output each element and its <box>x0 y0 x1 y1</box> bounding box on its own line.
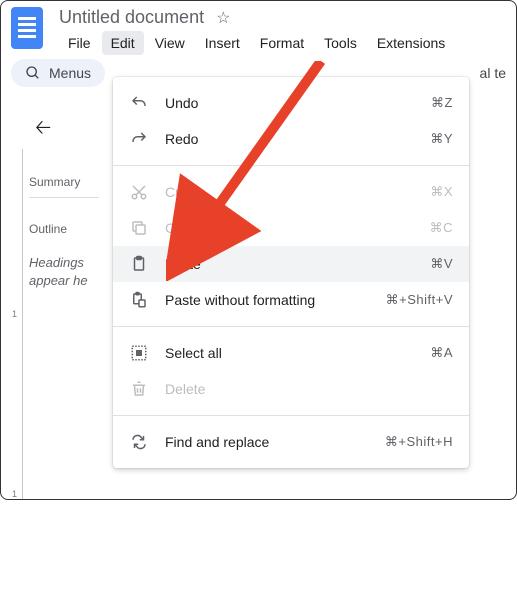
menu-tools[interactable]: Tools <box>315 31 366 55</box>
menu-item-redo-shortcut: ⌘Y <box>430 131 453 147</box>
menu-extensions[interactable]: Extensions <box>368 31 454 55</box>
edit-dropdown-menu: Undo ⌘Z Redo ⌘Y Cut ⌘X Copy ⌘C Paste ⌘V … <box>113 77 469 468</box>
menu-item-paste-shortcut: ⌘V <box>430 256 453 272</box>
toolbar-right-text: al te <box>480 65 506 81</box>
menu-item-delete[interactable]: Delete <box>113 371 469 407</box>
star-icon[interactable]: ☆ <box>216 8 230 28</box>
summary-label: Summary <box>29 175 111 189</box>
search-menus-button[interactable]: Menus <box>11 59 105 87</box>
redo-icon <box>129 129 149 149</box>
menu-item-delete-label: Delete <box>165 381 453 397</box>
menu-item-undo-shortcut: ⌘Z <box>431 95 453 111</box>
sidebar-divider <box>29 197 99 198</box>
select-all-icon <box>129 343 149 363</box>
menu-item-paste-no-fmt-label: Paste without formatting <box>165 292 386 308</box>
menu-item-select-all-shortcut: ⌘A <box>430 345 453 361</box>
menu-item-paste-no-fmt[interactable]: Paste without formatting ⌘+Shift+V <box>113 282 469 318</box>
search-menus-label: Menus <box>49 65 91 81</box>
app-header: Untitled document ☆ File Edit View Inser… <box>1 1 516 55</box>
search-icon <box>25 65 41 81</box>
menu-insert[interactable]: Insert <box>196 31 249 55</box>
menu-item-copy-shortcut: ⌘C <box>430 220 453 236</box>
delete-icon <box>129 379 149 399</box>
menu-item-redo[interactable]: Redo ⌘Y <box>113 121 469 157</box>
menu-item-copy-label: Copy <box>165 220 430 236</box>
menu-item-redo-label: Redo <box>165 131 430 147</box>
menu-item-paste-label: Paste <box>165 256 430 272</box>
ruler-tick-2: 1 <box>12 489 17 499</box>
menu-file[interactable]: File <box>59 31 100 55</box>
menu-item-undo[interactable]: Undo ⌘Z <box>113 85 469 121</box>
menu-item-select-all-label: Select all <box>165 345 430 361</box>
menu-item-paste-no-fmt-shortcut: ⌘+Shift+V <box>386 292 453 308</box>
title-area: Untitled document ☆ File Edit View Inser… <box>59 7 506 55</box>
back-arrow-icon[interactable]: 🡠 <box>35 113 111 147</box>
outline-label: Outline <box>29 222 111 236</box>
find-replace-icon <box>129 432 149 452</box>
menu-item-cut-shortcut: ⌘X <box>430 184 453 200</box>
menu-item-find-replace[interactable]: Find and replace ⌘+Shift+H <box>113 424 469 460</box>
docs-logo-icon[interactable] <box>11 7 43 49</box>
menu-item-find-replace-label: Find and replace <box>165 434 385 450</box>
menu-edit[interactable]: Edit <box>102 31 144 55</box>
menu-separator <box>113 165 469 166</box>
undo-icon <box>129 93 149 113</box>
menu-item-cut-label: Cut <box>165 184 430 200</box>
menu-item-find-replace-shortcut: ⌘+Shift+H <box>385 434 453 450</box>
menu-item-copy[interactable]: Copy ⌘C <box>113 210 469 246</box>
outline-sidebar: 🡠 Summary Outline Headings appear he <box>19 95 117 593</box>
menu-view[interactable]: View <box>146 31 194 55</box>
menu-item-undo-label: Undo <box>165 95 431 111</box>
title-row: Untitled document ☆ <box>59 7 506 28</box>
menu-item-paste[interactable]: Paste ⌘V <box>113 246 469 282</box>
ruler-tick-1: 1 <box>12 309 17 319</box>
menu-separator <box>113 326 469 327</box>
menu-format[interactable]: Format <box>251 31 313 55</box>
paste-icon <box>129 254 149 274</box>
outline-placeholder: Headings appear he <box>29 254 111 290</box>
copy-icon <box>129 218 149 238</box>
menu-separator <box>113 415 469 416</box>
cut-icon <box>129 182 149 202</box>
menu-bar: File Edit View Insert Format Tools Exten… <box>59 31 506 55</box>
menu-item-select-all[interactable]: Select all ⌘A <box>113 335 469 371</box>
document-title[interactable]: Untitled document <box>59 7 204 28</box>
paste-no-fmt-icon <box>129 290 149 310</box>
menu-item-cut[interactable]: Cut ⌘X <box>113 174 469 210</box>
